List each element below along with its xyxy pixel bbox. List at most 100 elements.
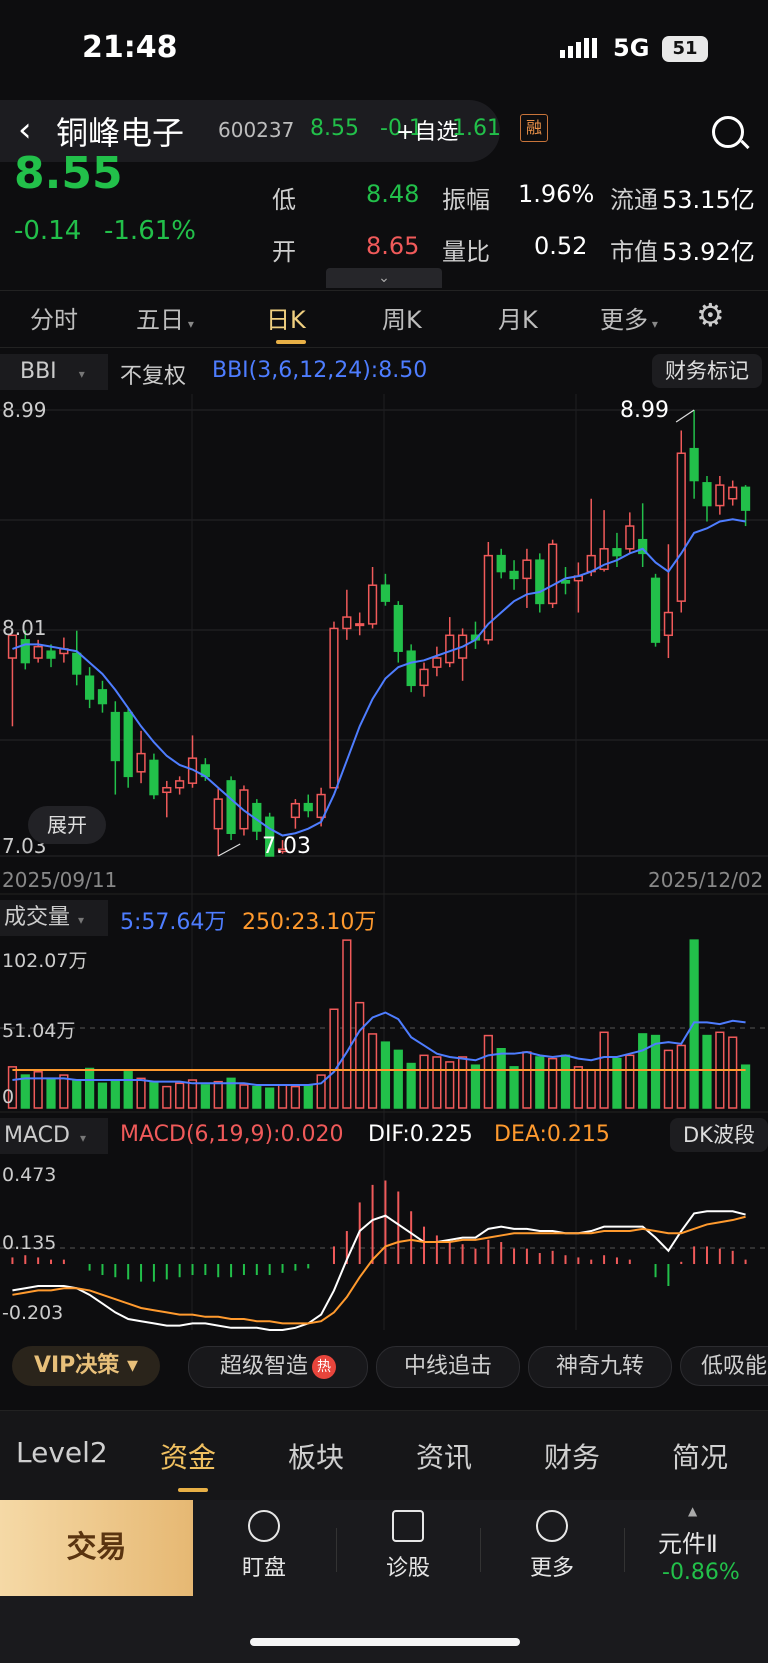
index-name[interactable]: 元件Ⅱ [658, 1524, 718, 1559]
volume-bar [457, 1056, 468, 1109]
candle-body [522, 559, 532, 580]
macd-select[interactable]: MACD ▾ [0, 1118, 108, 1154]
candle-body [20, 639, 30, 664]
volume-bar [560, 1054, 571, 1109]
volume-bar [175, 1082, 185, 1109]
y-axis-mid: 8.01 [2, 616, 47, 640]
volume-bar [470, 1064, 481, 1109]
low-marker: 7.03 [262, 834, 311, 859]
more-label: 更多 [529, 1556, 574, 1581]
candle-body [689, 447, 699, 482]
candle-body [663, 611, 674, 637]
watch-button[interactable]: 盯盘 [204, 1504, 324, 1582]
macd-select-label: MACD [4, 1123, 70, 1148]
candle-body [380, 584, 391, 602]
volume-bar [110, 1080, 120, 1109]
chip-super-smart[interactable]: 超级智造热 [188, 1346, 368, 1388]
tab-sector[interactable]: 板块 [288, 1436, 344, 1476]
candle-body [393, 604, 403, 652]
volume-bar [329, 1008, 339, 1109]
tab-finance[interactable]: 财务 [544, 1436, 600, 1476]
candle-body [715, 484, 725, 507]
candle-body [97, 689, 108, 705]
volume-bar [252, 1085, 262, 1109]
tab-level2[interactable]: Level2 [16, 1436, 108, 1469]
volume-y-top: 102.07万 [2, 950, 88, 972]
volume-ma5: 5:57.64万 [120, 910, 227, 935]
vip-decision-button[interactable]: VIP决策 ▾ [12, 1346, 160, 1386]
volume-bar [97, 1082, 108, 1109]
watch-label: 盯盘 [241, 1556, 286, 1581]
more-button[interactable]: 更多 [492, 1504, 612, 1582]
candle-body [419, 668, 429, 687]
tab-fund[interactable]: 资金 [160, 1436, 216, 1476]
volume-bar [548, 1057, 558, 1109]
volume-bar [265, 1087, 275, 1109]
candle-body [72, 652, 82, 675]
y-axis-top: 8.99 [2, 398, 47, 422]
chip-mid-line[interactable]: 中线追击 [376, 1346, 520, 1388]
home-indicator [250, 1638, 520, 1646]
trade-button[interactable]: 交易 [0, 1500, 193, 1596]
volume-bar [123, 1071, 133, 1109]
candle-body [303, 802, 313, 812]
low-leader [217, 843, 241, 857]
candle-body [342, 616, 352, 630]
high-marker: 8.99 [620, 398, 669, 423]
volume-ma250: 250:23.10万 [242, 910, 377, 935]
candle-body [226, 780, 236, 834]
volume-bar [393, 1049, 403, 1109]
candle-body [740, 486, 751, 511]
volume-select[interactable]: 成交量 ▾ [0, 900, 108, 936]
volume-bar [84, 1067, 95, 1109]
candle-body [612, 548, 622, 557]
high-leader [675, 409, 695, 423]
caret-up-icon: ▲ [688, 1504, 698, 1518]
diagnose-label: 诊股 [385, 1556, 430, 1581]
volume-bar [149, 1080, 159, 1109]
volume-y-bottom: 0 [2, 1086, 15, 1108]
chip-magic-nine[interactable]: 神奇九转 [528, 1346, 672, 1388]
macd-y-mid: 0.135 [2, 1232, 57, 1254]
candle-body [702, 482, 712, 507]
macd-dif: DIF:0.225 [368, 1122, 473, 1147]
expand-button[interactable]: 展开 [28, 806, 106, 844]
dk-band-button[interactable]: DK波段 [670, 1118, 768, 1152]
macd-dea: DEA:0.215 [494, 1122, 610, 1147]
candle-body [445, 634, 455, 664]
hot-badge: 热 [312, 1355, 336, 1379]
macd-y-bottom: -0.203 [2, 1302, 64, 1324]
volume-bar [342, 939, 352, 1109]
candle-body [84, 675, 95, 700]
candle-body [110, 711, 120, 762]
candle-body [33, 645, 43, 659]
chip-low-buy[interactable]: 低吸能 [680, 1346, 768, 1386]
date-start: 2025/09/11 [2, 868, 118, 892]
volume-bar [483, 1034, 493, 1109]
volume-bar [33, 1071, 43, 1109]
volume-bar [213, 1080, 223, 1109]
volume-bar [432, 1056, 442, 1109]
candle-body [367, 584, 378, 625]
tab-profile[interactable]: 简况 [672, 1436, 728, 1476]
tab-news[interactable]: 资讯 [416, 1436, 472, 1476]
volume-bar [496, 1047, 506, 1109]
volume-bar [46, 1077, 56, 1109]
diagnose-button[interactable]: 诊股 [348, 1504, 468, 1582]
candle-body [548, 543, 558, 605]
bottom-tabs [0, 1410, 768, 1501]
candle-body [329, 627, 339, 789]
volume-bar [290, 1085, 301, 1109]
volume-bar [419, 1054, 429, 1109]
volume-bar [59, 1074, 69, 1109]
volume-bar [20, 1074, 30, 1109]
volume-bar [200, 1084, 210, 1109]
volume-bar [612, 1057, 622, 1109]
volume-bar [162, 1085, 172, 1109]
chart-icon [392, 1510, 424, 1542]
volume-y-mid: 51.04万 [2, 1020, 76, 1042]
candle-body [123, 711, 133, 778]
candle-body [432, 657, 442, 668]
volume-bar [380, 1041, 391, 1109]
bbi-line [12, 518, 746, 837]
